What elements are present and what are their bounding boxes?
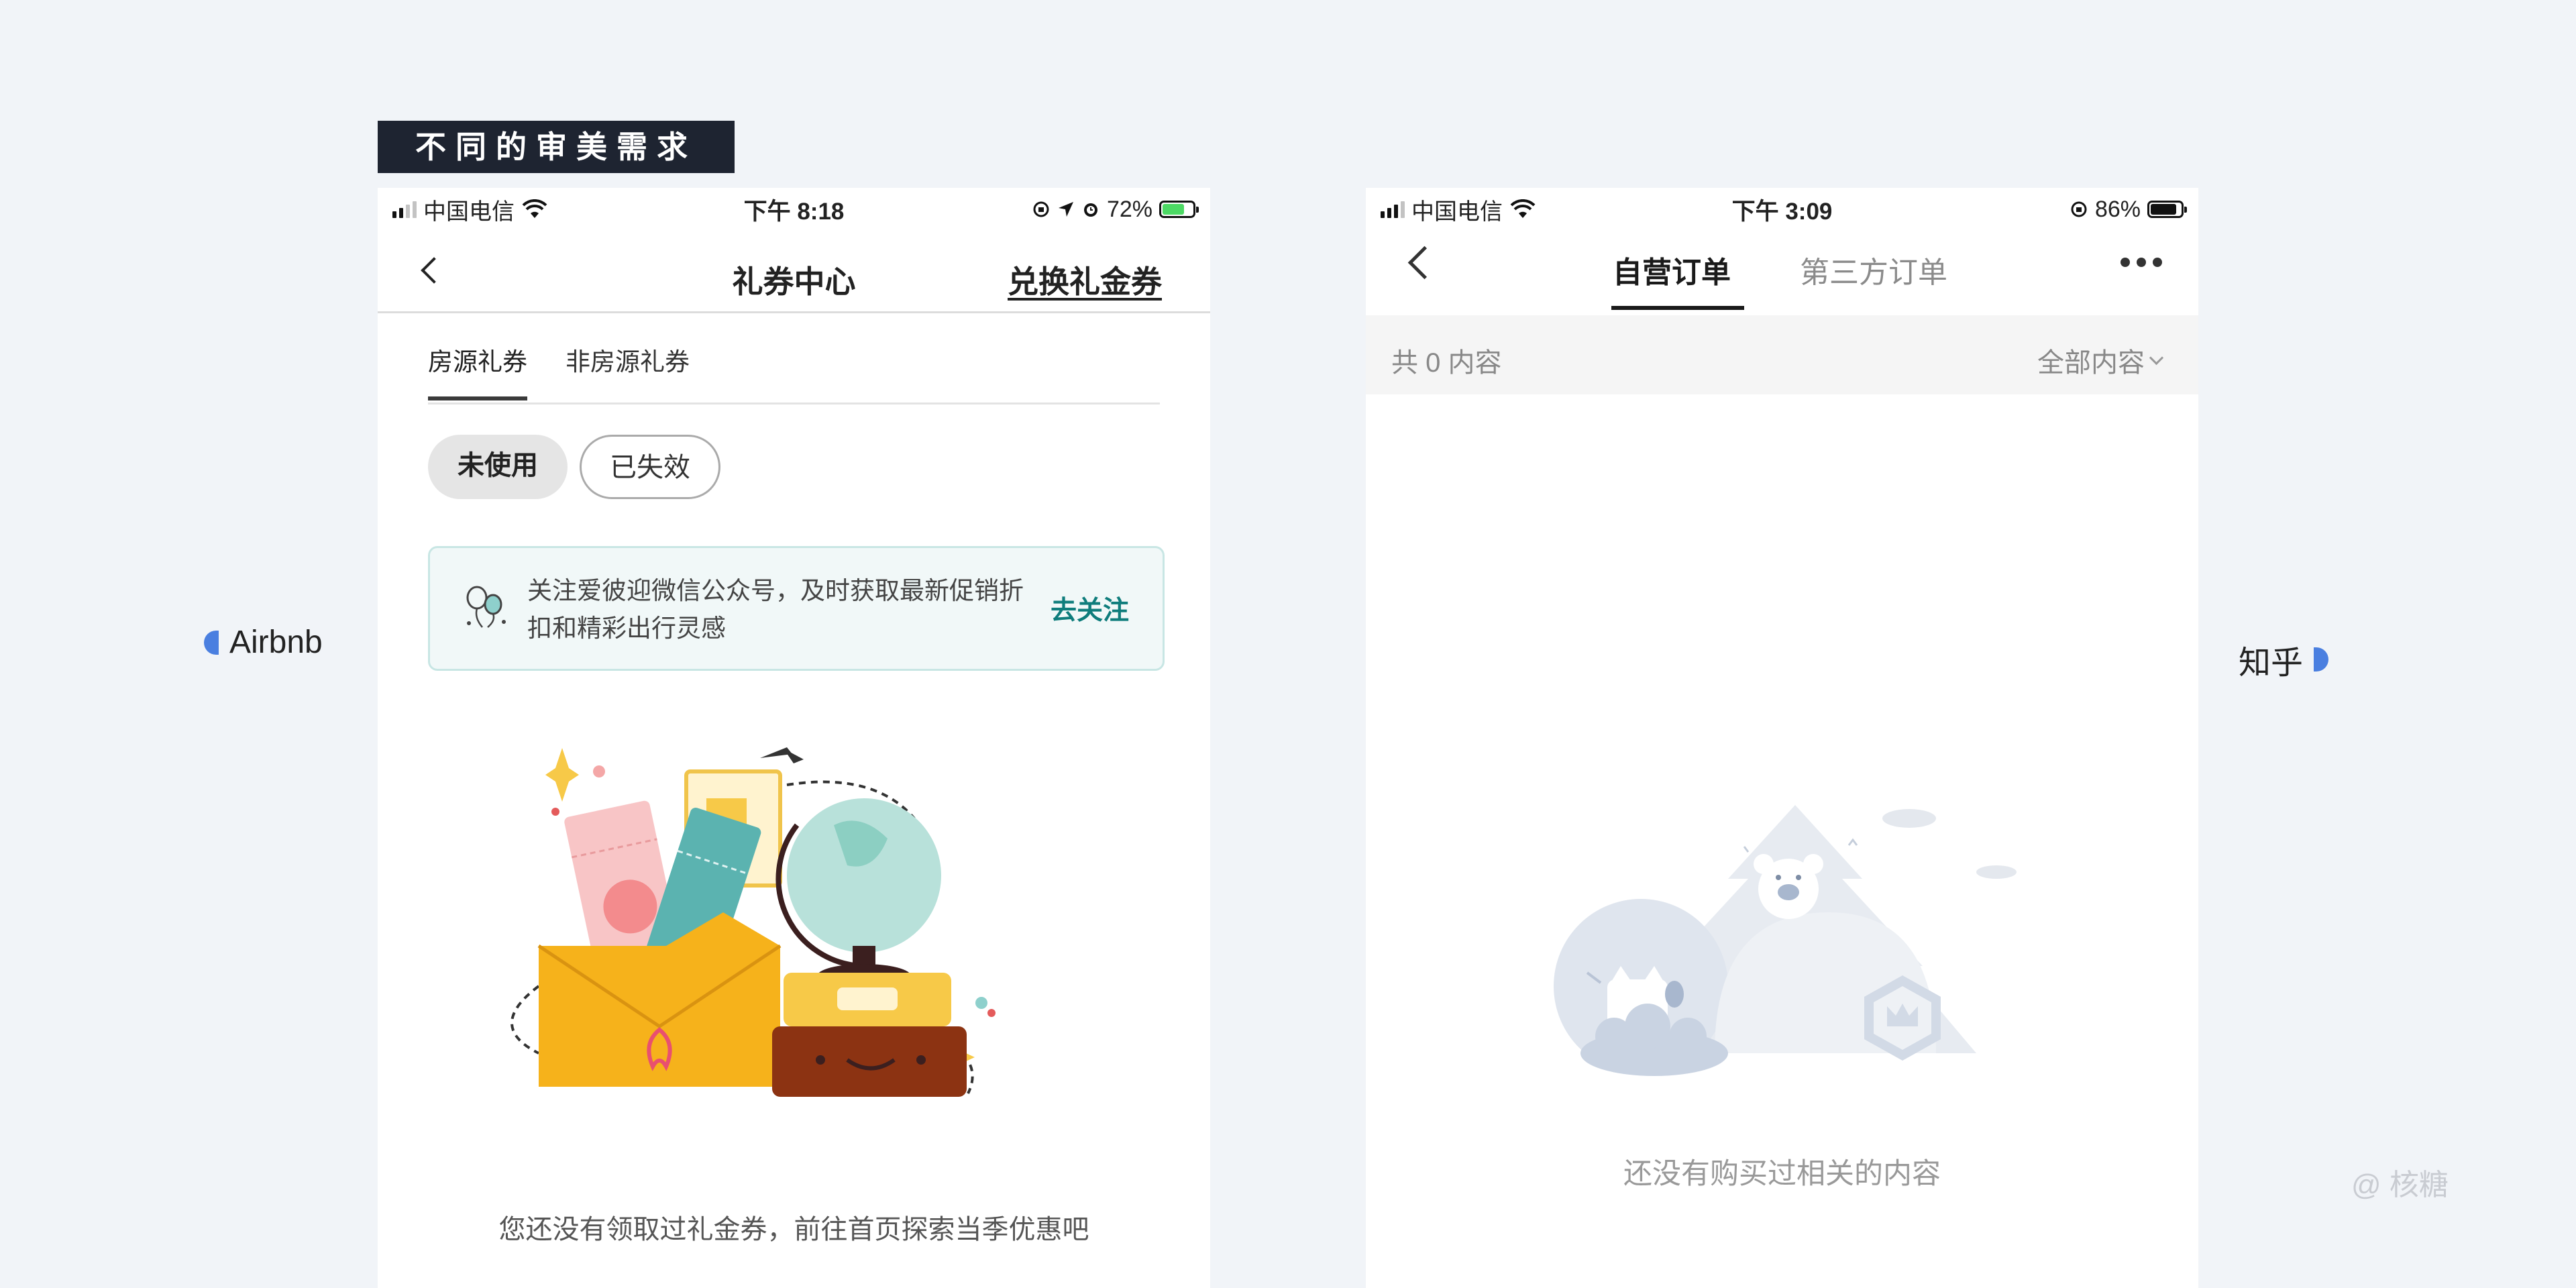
navigation-bar: 自营订单 第三方订单 — [1366, 231, 2198, 315]
status-bar: 中国电信 下午 8:18 72% — [378, 188, 1210, 231]
status-bar: 中国电信 下午 3:09 86% — [1366, 188, 2198, 231]
voucher-tab-bar: 房源礼券 非房源礼券 — [428, 322, 1160, 405]
battery-percent: 72% — [1106, 196, 1152, 222]
empty-orders-illustration — [1554, 805, 2017, 1076]
battery-icon — [2147, 201, 2187, 218]
zhihu-label-text: 知乎 — [2239, 645, 2304, 681]
rotation-lock-icon — [2071, 201, 2087, 217]
zhihu-side-label: 知乎 — [2239, 636, 2329, 683]
carrier-label: 中国电信 — [423, 199, 515, 225]
navigation-bar: 礼券中心 兑换礼金券 — [378, 231, 1210, 313]
airbnb-phone-screen: 中国电信 下午 8:18 72% 礼券中心 兑换礼金券 房源礼券 非房源礼券 未… — [378, 188, 1210, 1288]
tab-non-listing-vouchers[interactable]: 非房源礼券 — [566, 322, 690, 400]
signal-icon — [1381, 201, 1405, 218]
chevron-down-icon — [2149, 350, 2164, 365]
empty-state-text: 还没有购买过相关的内容 — [1623, 1158, 1941, 1190]
redeem-gift-card-link[interactable]: 兑换礼金券 — [1008, 258, 1162, 302]
airbnb-label-text: Airbnb — [229, 625, 323, 660]
filter-expired-button[interactable]: 已失效 — [580, 435, 720, 499]
signal-icon — [392, 201, 417, 218]
follow-wechat-banner: 关注爱彼迎微信公众号，及时获取最新促销折扣和精彩出行灵感 去关注 — [428, 546, 1165, 671]
half-circle-marker-icon — [204, 630, 219, 655]
content-filter-dropdown[interactable]: 全部内容 — [2037, 341, 2164, 380]
wifi-icon — [1510, 199, 1536, 218]
battery-icon — [1159, 201, 1199, 218]
battery-fill — [2151, 204, 2176, 215]
rotation-lock-icon — [1033, 201, 1049, 217]
tab-self-operated-orders[interactable]: 自营订单 — [1613, 248, 1731, 291]
tab-listing-vouchers[interactable]: 房源礼券 — [428, 322, 527, 400]
battery-percent: 86% — [2094, 196, 2141, 222]
tab-third-party-orders[interactable]: 第三方订单 — [1800, 248, 1947, 291]
location-arrow-icon — [1058, 202, 1073, 217]
filter-unused-button[interactable]: 未使用 — [428, 435, 568, 499]
filter-dropdown-label: 全部内容 — [2037, 348, 2145, 378]
empty-state-text: 您还没有领取过礼金券，前往首页探索当季优惠吧 — [498, 1215, 1089, 1244]
filter-bar: 共 0 内容 全部内容 — [1366, 315, 2198, 394]
carrier-label: 中国电信 — [1411, 199, 1503, 225]
follow-button[interactable]: 去关注 — [1051, 590, 1129, 627]
active-tab-indicator — [1611, 306, 1744, 310]
balloons-icon — [466, 586, 506, 628]
zhihu-phone-screen: 中国电信 下午 3:09 86% 自营订单 第三方订单 共 0 内容 全部内容 — [1366, 188, 2198, 1288]
back-chevron-icon[interactable] — [1407, 246, 1442, 280]
airbnb-side-label: Airbnb — [204, 624, 323, 661]
headline-tag: 不同的审美需求 — [378, 121, 735, 173]
content-count: 共 0 内容 — [1391, 348, 1502, 378]
watermark: @ 核糖 — [2351, 1169, 2449, 1201]
banner-text: 关注爱彼迎微信公众号，及时获取最新促销折扣和精彩出行灵感 — [527, 577, 1024, 642]
travel-suitcase-illustration — [511, 747, 996, 1097]
wifi-icon — [522, 199, 547, 218]
battery-fill — [1163, 204, 1184, 215]
alarm-icon — [1083, 203, 1097, 217]
more-options-icon[interactable] — [2121, 258, 2162, 267]
half-circle-marker-icon — [2314, 647, 2329, 672]
